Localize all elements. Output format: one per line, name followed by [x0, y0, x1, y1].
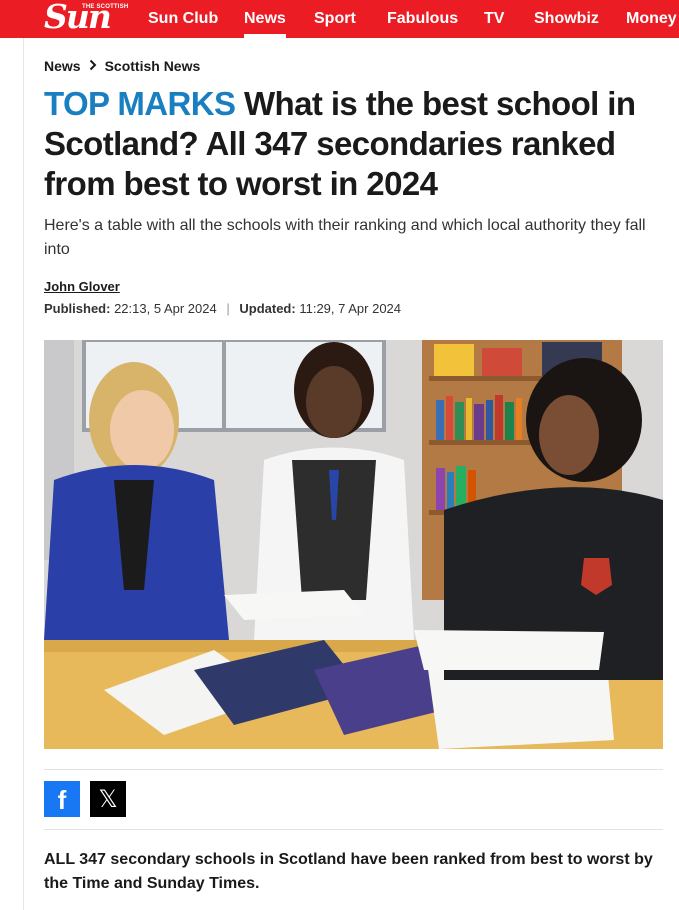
nav-item-showbiz[interactable]: Showbiz: [534, 0, 599, 38]
headline-kicker: TOP MARKS: [44, 85, 236, 122]
logo-tagline: THE SCOTTISH: [82, 4, 129, 10]
share-divider-bottom: [44, 829, 663, 830]
share-divider-top: [44, 769, 663, 770]
updated-value: 11:29, 7 Apr 2024: [299, 301, 402, 316]
nav-item-money[interactable]: Money: [626, 0, 677, 38]
nav-item-tv[interactable]: TV: [484, 0, 504, 38]
nav-item-fabulous[interactable]: Fabulous: [387, 0, 458, 38]
x-icon[interactable]: 𝕏: [90, 781, 126, 817]
article-headline: TOP MARKS What is the best school in Sco…: [44, 84, 664, 204]
hero-photo-illustration: [44, 340, 663, 749]
author-link[interactable]: John Glover: [44, 279, 120, 294]
page-left-divider: [23, 38, 24, 910]
facebook-icon[interactable]: f: [44, 781, 80, 817]
article-standfirst: Here's a table with all the schools with…: [44, 217, 646, 258]
nav-item-sport[interactable]: Sport: [314, 0, 356, 38]
nav-item-sun-club[interactable]: Sun Club: [148, 0, 218, 38]
top-navigation-bar: Sun THE SCOTTISH Sun Club News Sport Fab…: [0, 0, 679, 38]
breadcrumb: News Scottish News: [44, 57, 200, 75]
nav-item-news[interactable]: News: [244, 0, 286, 38]
the-scottish-sun-logo[interactable]: Sun THE SCOTTISH: [44, 0, 136, 38]
article-timestamps: Published: 22:13, 5 Apr 2024 | Updated: …: [44, 301, 401, 316]
updated-label: Updated:: [239, 301, 296, 316]
hero-image[interactable]: [44, 340, 663, 749]
breadcrumb-item-news[interactable]: News: [44, 58, 81, 74]
article-lede: ALL 347 secondary schools in Scotland ha…: [44, 851, 653, 892]
chevron-right-icon: [89, 59, 97, 74]
meta-separator: |: [226, 301, 230, 316]
published-value: 22:13, 5 Apr 2024: [114, 301, 217, 316]
breadcrumb-item-scottish-news[interactable]: Scottish News: [105, 58, 201, 74]
published-label: Published:: [44, 301, 111, 316]
